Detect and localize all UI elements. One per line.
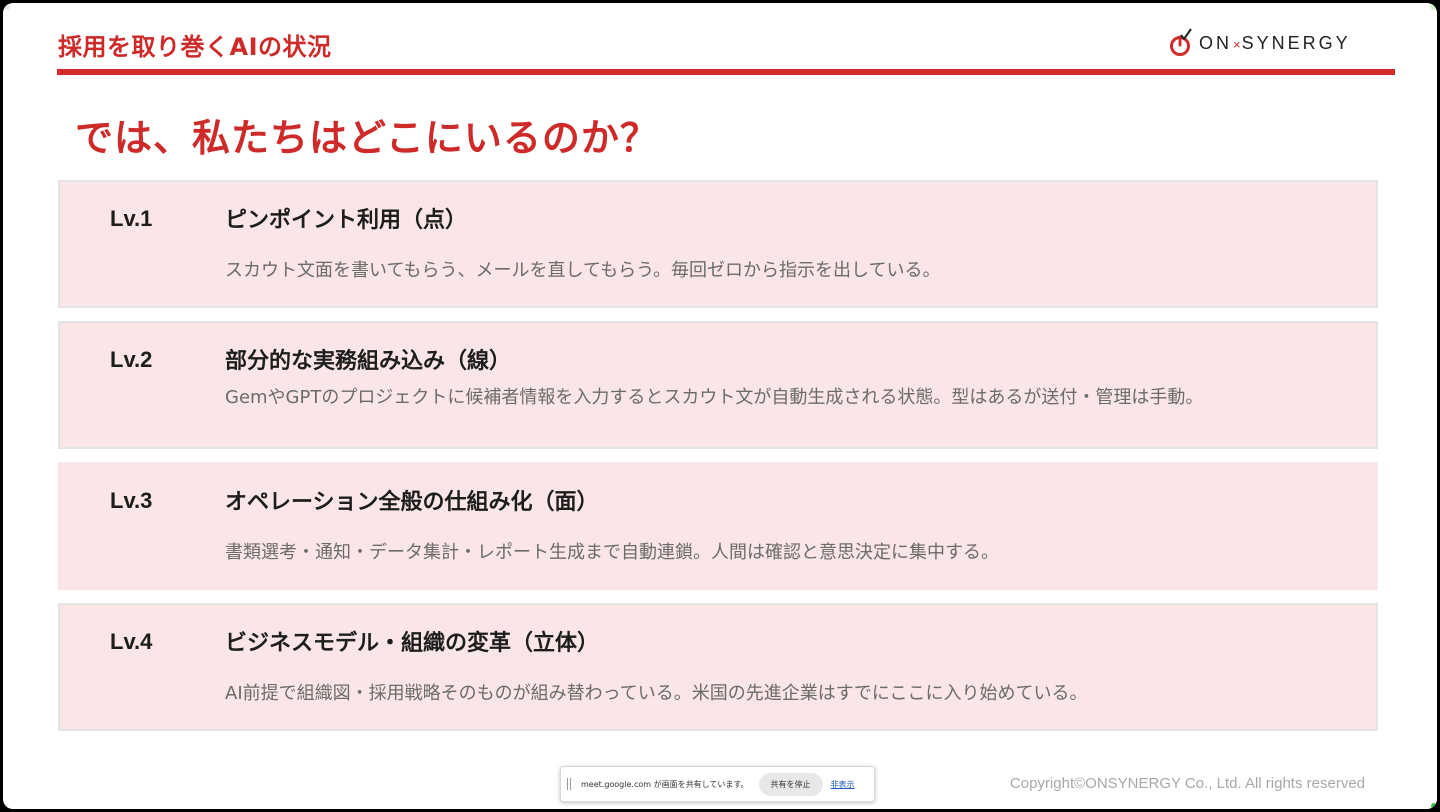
level-heading: ビジネスモデル・組織の変革（立体） bbox=[225, 631, 600, 656]
level-description: GemやGPTのプロジェクトに候補者情報を入力するとスカウト文が自動生成される状… bbox=[225, 387, 1204, 408]
company-logo: ON×SYNERGY bbox=[1169, 23, 1351, 63]
level-heading: ピンポイント利用（点） bbox=[225, 208, 468, 233]
level-label: Lv.1 bbox=[110, 206, 153, 231]
level-description: スカウト文面を書いてもらう、メールを直してもらう。毎回ゼロから指示を出している。 bbox=[225, 260, 941, 281]
stop-sharing-button[interactable]: 共有を停止 bbox=[758, 772, 823, 796]
level-label: Lv.4 bbox=[110, 629, 153, 654]
logo-wordmark: ON×SYNERGY bbox=[1199, 32, 1351, 53]
drag-handle-icon[interactable] bbox=[567, 778, 573, 790]
level-heading: オペレーション全般の仕組み化（面） bbox=[225, 490, 599, 515]
title-divider bbox=[57, 69, 1395, 75]
level-card-4: Lv.4 ビジネスモデル・組織の変革（立体） AI前提で組織図・採用戦略そのもの… bbox=[58, 603, 1378, 731]
screen-frame: 採用を取り巻くAIの状況 ON×SYNERGY では、私たちはどこにいるのか？ … bbox=[0, 0, 1440, 812]
level-label: Lv.3 bbox=[110, 488, 153, 513]
copyright-notice: Copyright©ONSYNERGY Co., Ltd. All rights… bbox=[1009, 775, 1365, 792]
presentation-slide: 採用を取り巻くAIの状況 ON×SYNERGY では、私たちはどこにいるのか？ … bbox=[3, 3, 1437, 809]
section-title: 採用を取り巻くAIの状況 bbox=[58, 33, 332, 61]
level-card-1: Lv.1 ピンポイント利用（点） スカウト文面を書いてもらう、メールを直してもら… bbox=[58, 180, 1378, 308]
level-label: Lv.2 bbox=[110, 347, 153, 372]
hide-bar-link[interactable]: 非表示 bbox=[831, 779, 855, 790]
share-status-text: meet.google.com が画面を共有しています。 bbox=[581, 779, 749, 789]
slide-headline: では、私たちはどこにいるのか？ bbox=[75, 116, 659, 160]
level-heading: 部分的な実務組み込み（線） bbox=[225, 349, 512, 374]
level-description: 書類選考・通知・データ集計・レポート生成まで自動連鎖。人間は確認と意思決定に集中… bbox=[225, 542, 999, 563]
corner-indicator bbox=[3, 3, 10, 10]
level-card-3: Lv.3 オペレーション全般の仕組み化（面） 書類選考・通知・データ集計・レポー… bbox=[58, 462, 1378, 590]
level-description: AI前提で組織図・採用戦略そのものが組み替わっている。米国の先進企業はすでにここ… bbox=[225, 683, 1088, 704]
screen-share-bar[interactable]: meet.google.com が画面を共有しています。 共有を停止 非表示 bbox=[560, 766, 875, 802]
corner-indicator bbox=[1430, 3, 1437, 10]
power-check-icon bbox=[1170, 28, 1192, 56]
corner-indicator bbox=[1431, 803, 1437, 809]
level-card-2: Lv.2 部分的な実務組み込み（線） GemやGPTのプロジェクトに候補者情報を… bbox=[58, 321, 1378, 449]
